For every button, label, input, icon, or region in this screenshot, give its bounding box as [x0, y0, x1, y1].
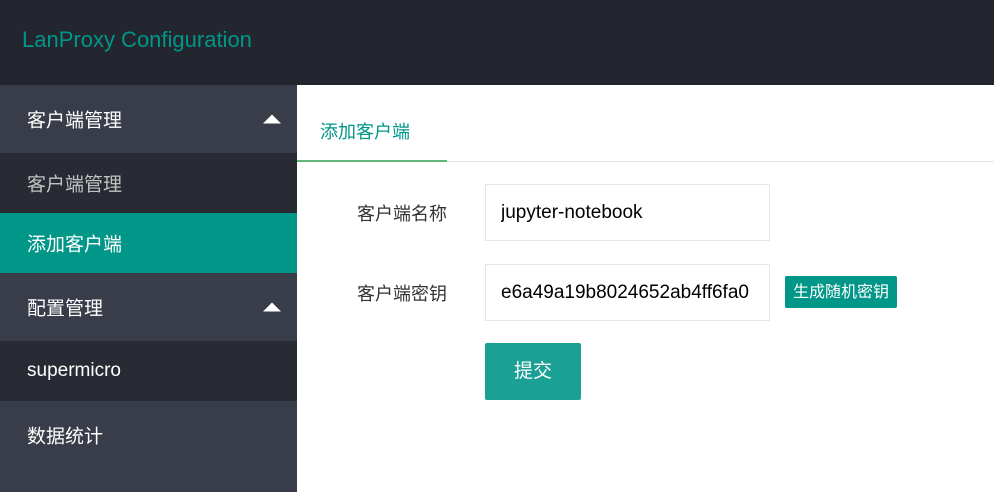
client-name-label: 客户端名称 — [357, 203, 447, 225]
sidebar-group-config-management[interactable]: 配置管理 — [0, 273, 297, 341]
client-key-row: 客户端密钥 生成随机密钥 — [297, 264, 994, 321]
sidebar-item-label: supermicro — [27, 360, 121, 381]
sidebar-group-label: 配置管理 — [27, 297, 104, 320]
sidebar-group-client-management[interactable]: 客户端管理 — [0, 85, 297, 153]
main-content: 添加客户端 客户端名称 客户端密钥 生成随机密钥 提交 — [297, 85, 994, 492]
tab-label: 添加客户端 — [320, 122, 410, 143]
sidebar: 客户端管理 客户端管理 添加客户端 配置管理 supermicro 数据统计 — [0, 85, 297, 492]
sidebar-group-label: 客户端管理 — [27, 109, 123, 132]
generate-key-button[interactable]: 生成随机密钥 — [785, 276, 898, 308]
sidebar-item-client-management[interactable]: 客户端管理 — [0, 153, 297, 213]
submit-button[interactable]: 提交 — [485, 343, 581, 400]
client-key-label: 客户端密钥 — [357, 283, 447, 305]
tab-bar: 添加客户端 — [297, 85, 994, 162]
top-header: LanProxy Configuration — [0, 0, 994, 85]
tab-add-client[interactable]: 添加客户端 — [297, 85, 447, 162]
sidebar-item-add-client[interactable]: 添加客户端 — [0, 213, 297, 273]
sidebar-item-label: 添加客户端 — [27, 233, 123, 256]
caret-up-icon — [263, 302, 281, 312]
client-name-row: 客户端名称 — [297, 184, 994, 241]
client-key-input[interactable] — [485, 264, 770, 321]
caret-up-icon — [263, 114, 281, 124]
sidebar-group-statistics[interactable]: 数据统计 — [0, 401, 297, 469]
sidebar-item-label: 客户端管理 — [27, 173, 123, 196]
sidebar-item-supermicro[interactable]: supermicro — [0, 341, 297, 401]
sidebar-group-label: 数据统计 — [27, 425, 104, 448]
app-title: LanProxy Configuration — [22, 27, 252, 52]
client-name-input[interactable] — [485, 184, 770, 241]
